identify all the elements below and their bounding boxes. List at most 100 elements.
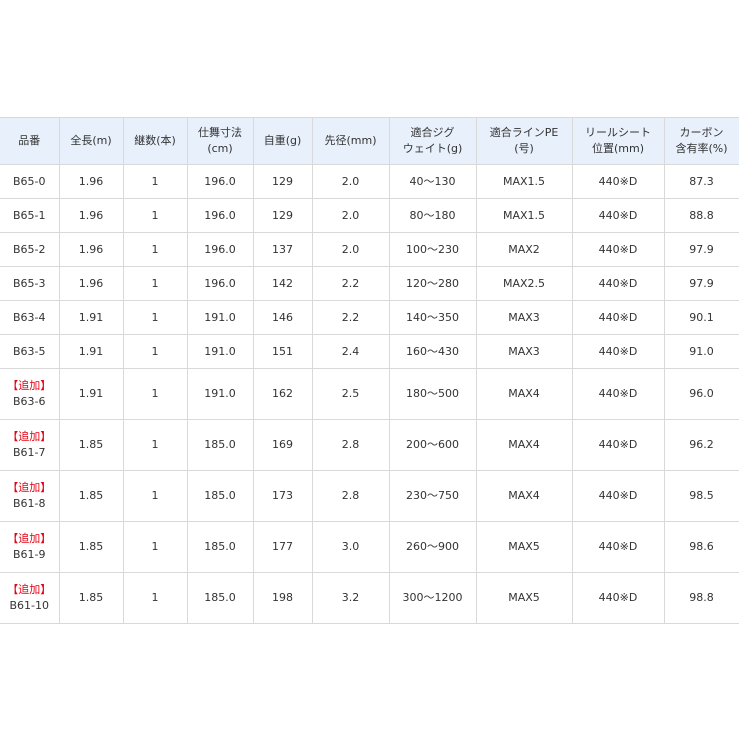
cell-jig-weight: 40～130	[388, 164, 477, 199]
table-row: B65-2 1.96 1 196.0 137 2.0 100～230 MAX2 440※D 97.…	[0, 232, 739, 267]
header-reel-seat-line: リールシート	[585, 126, 651, 139]
cell-carbon: 97.9	[663, 266, 739, 301]
cell-tip-diameter: 2.2	[311, 300, 390, 335]
header-model-line: 品番	[18, 134, 41, 147]
header-weight: 自重(g)	[252, 117, 313, 165]
cell-line-pe: MAX2.5	[475, 266, 573, 301]
header-closed-length-line: 仕舞寸法	[198, 126, 242, 139]
cell-jig-weight: 80～180	[388, 198, 477, 233]
cell-carbon: 87.3	[663, 164, 739, 199]
cell-jig-weight: 100～230	[388, 232, 477, 267]
cell-model: 【追加】 B61-7	[0, 419, 60, 471]
cell-weight: 137	[252, 232, 313, 267]
cell-pieces: 1	[122, 419, 188, 471]
header-line-pe: 適合ラインPE (号)	[475, 117, 573, 165]
header-pieces-line: 継数(本)	[134, 134, 176, 147]
added-tag: 【追加】	[7, 430, 52, 443]
cell-model: 【追加】 B61-8	[0, 470, 60, 522]
cell-weight: 146	[252, 300, 313, 335]
cell-reel-seat: 440※D	[571, 300, 665, 335]
cell-closed-length: 196.0	[186, 198, 254, 233]
cell-carbon: 96.2	[663, 419, 739, 471]
cell-carbon: 91.0	[663, 334, 739, 369]
cell-length: 1.96	[58, 164, 124, 199]
cell-length: 1.85	[58, 521, 124, 573]
cell-jig-weight: 230～750	[388, 470, 477, 522]
cell-line-pe: MAX1.5	[475, 164, 573, 199]
cell-carbon: 98.6	[663, 521, 739, 573]
cell-line-pe: MAX1.5	[475, 198, 573, 233]
cell-length: 1.96	[58, 266, 124, 301]
header-jig-weight-line: 適合ジグ	[410, 126, 455, 139]
cell-jig-weight: 180～500	[388, 368, 477, 420]
cell-pieces: 1	[122, 232, 188, 267]
header-closed-length: 仕舞寸法 (cm)	[186, 117, 254, 165]
cell-jig-weight: 300～1200	[388, 572, 477, 624]
cell-closed-length: 191.0	[186, 368, 254, 420]
table-row: B63-4 1.91 1 191.0 146 2.2 140～350 MAX3 440※D 90.…	[0, 300, 739, 335]
model-name: B63-5	[12, 344, 46, 358]
cell-length: 1.85	[58, 470, 124, 522]
added-tag: 【追加】	[7, 481, 52, 494]
cell-model: 【追加】 B61-10	[0, 572, 60, 624]
table-row: B65-1 1.96 1 196.0 129 2.0 80～180 MAX1.5 440※D 88…	[0, 198, 739, 233]
model-name: B63-6	[12, 395, 46, 408]
model-name: B63-4	[12, 310, 46, 324]
cell-tip-diameter: 2.0	[311, 198, 390, 233]
cell-weight: 173	[252, 470, 313, 522]
cell-pieces: 1	[122, 266, 188, 301]
cell-carbon: 97.9	[663, 232, 739, 267]
table-row: B65-0 1.96 1 196.0 129 2.0 40～130 MAX1.5 440※D 87…	[0, 164, 739, 199]
cell-carbon: 96.0	[663, 368, 739, 420]
cell-line-pe: MAX4	[475, 470, 573, 522]
cell-tip-diameter: 3.0	[311, 521, 390, 573]
cell-model: B65-0	[0, 164, 60, 199]
header-line-pe-line: (号)	[514, 142, 534, 155]
cell-tip-diameter: 2.5	[311, 368, 390, 420]
header-jig-weight: 適合ジグ ウェイト(g)	[388, 117, 477, 165]
table-row: 【追加】 B63-6 1.91 1 191.0 162 2.5 180～500 MAX4 440※…	[0, 368, 739, 420]
spec-table: 品番 全長(m) 継数(本) 仕舞寸法 (cm) 自重(g) 先径(mm) 適合ジグ ウェイト(…	[0, 117, 739, 624]
cell-closed-length: 191.0	[186, 300, 254, 335]
cell-line-pe: MAX4	[475, 419, 573, 471]
cell-line-pe: MAX3	[475, 334, 573, 369]
header-model: 品番	[0, 117, 60, 165]
cell-tip-diameter: 3.2	[311, 572, 390, 624]
cell-pieces: 1	[122, 300, 188, 335]
cell-line-pe: MAX3	[475, 300, 573, 335]
cell-reel-seat: 440※D	[571, 198, 665, 233]
model-name: B61-7	[12, 446, 46, 459]
cell-pieces: 1	[122, 470, 188, 522]
cell-tip-diameter: 2.8	[311, 470, 390, 522]
table-row: B65-3 1.96 1 196.0 142 2.2 120～280 MAX2.5 440※D 9…	[0, 266, 739, 301]
cell-closed-length: 185.0	[186, 470, 254, 522]
cell-length: 1.91	[58, 300, 124, 335]
cell-model: B65-1	[0, 198, 60, 233]
header-reel-seat: リールシート 位置(mm)	[571, 117, 665, 165]
cell-length: 1.96	[58, 232, 124, 267]
cell-jig-weight: 140～350	[388, 300, 477, 335]
header-carbon-line: 含有率(%)	[675, 142, 728, 155]
cell-line-pe: MAX5	[475, 572, 573, 624]
cell-model: B63-5	[0, 334, 60, 369]
cell-model: 【追加】 B63-6	[0, 368, 60, 420]
model-name: B61-8	[12, 497, 46, 510]
header-tip-diameter: 先径(mm)	[311, 117, 390, 165]
cell-weight: 162	[252, 368, 313, 420]
cell-closed-length: 185.0	[186, 419, 254, 471]
cell-model: B65-2	[0, 232, 60, 267]
cell-tip-diameter: 2.4	[311, 334, 390, 369]
cell-model: B65-3	[0, 266, 60, 301]
header-weight-line: 自重(g)	[263, 134, 302, 147]
table-row: 【追加】 B61-8 1.85 1 185.0 173 2.8 230～750 MAX4 440※…	[0, 470, 739, 522]
cell-pieces: 1	[122, 334, 188, 369]
added-tag: 【追加】	[7, 583, 52, 596]
cell-reel-seat: 440※D	[571, 521, 665, 573]
cell-model: B63-4	[0, 300, 60, 335]
header-carbon-line: カーボン	[679, 126, 724, 139]
cell-closed-length: 196.0	[186, 164, 254, 199]
cell-tip-diameter: 2.8	[311, 419, 390, 471]
table-row: 【追加】 B61-10 1.85 1 185.0 198 3.2 300～1200 MAX5 44…	[0, 572, 739, 624]
cell-line-pe: MAX2	[475, 232, 573, 267]
header-line-pe-line: 適合ラインPE	[489, 126, 559, 139]
